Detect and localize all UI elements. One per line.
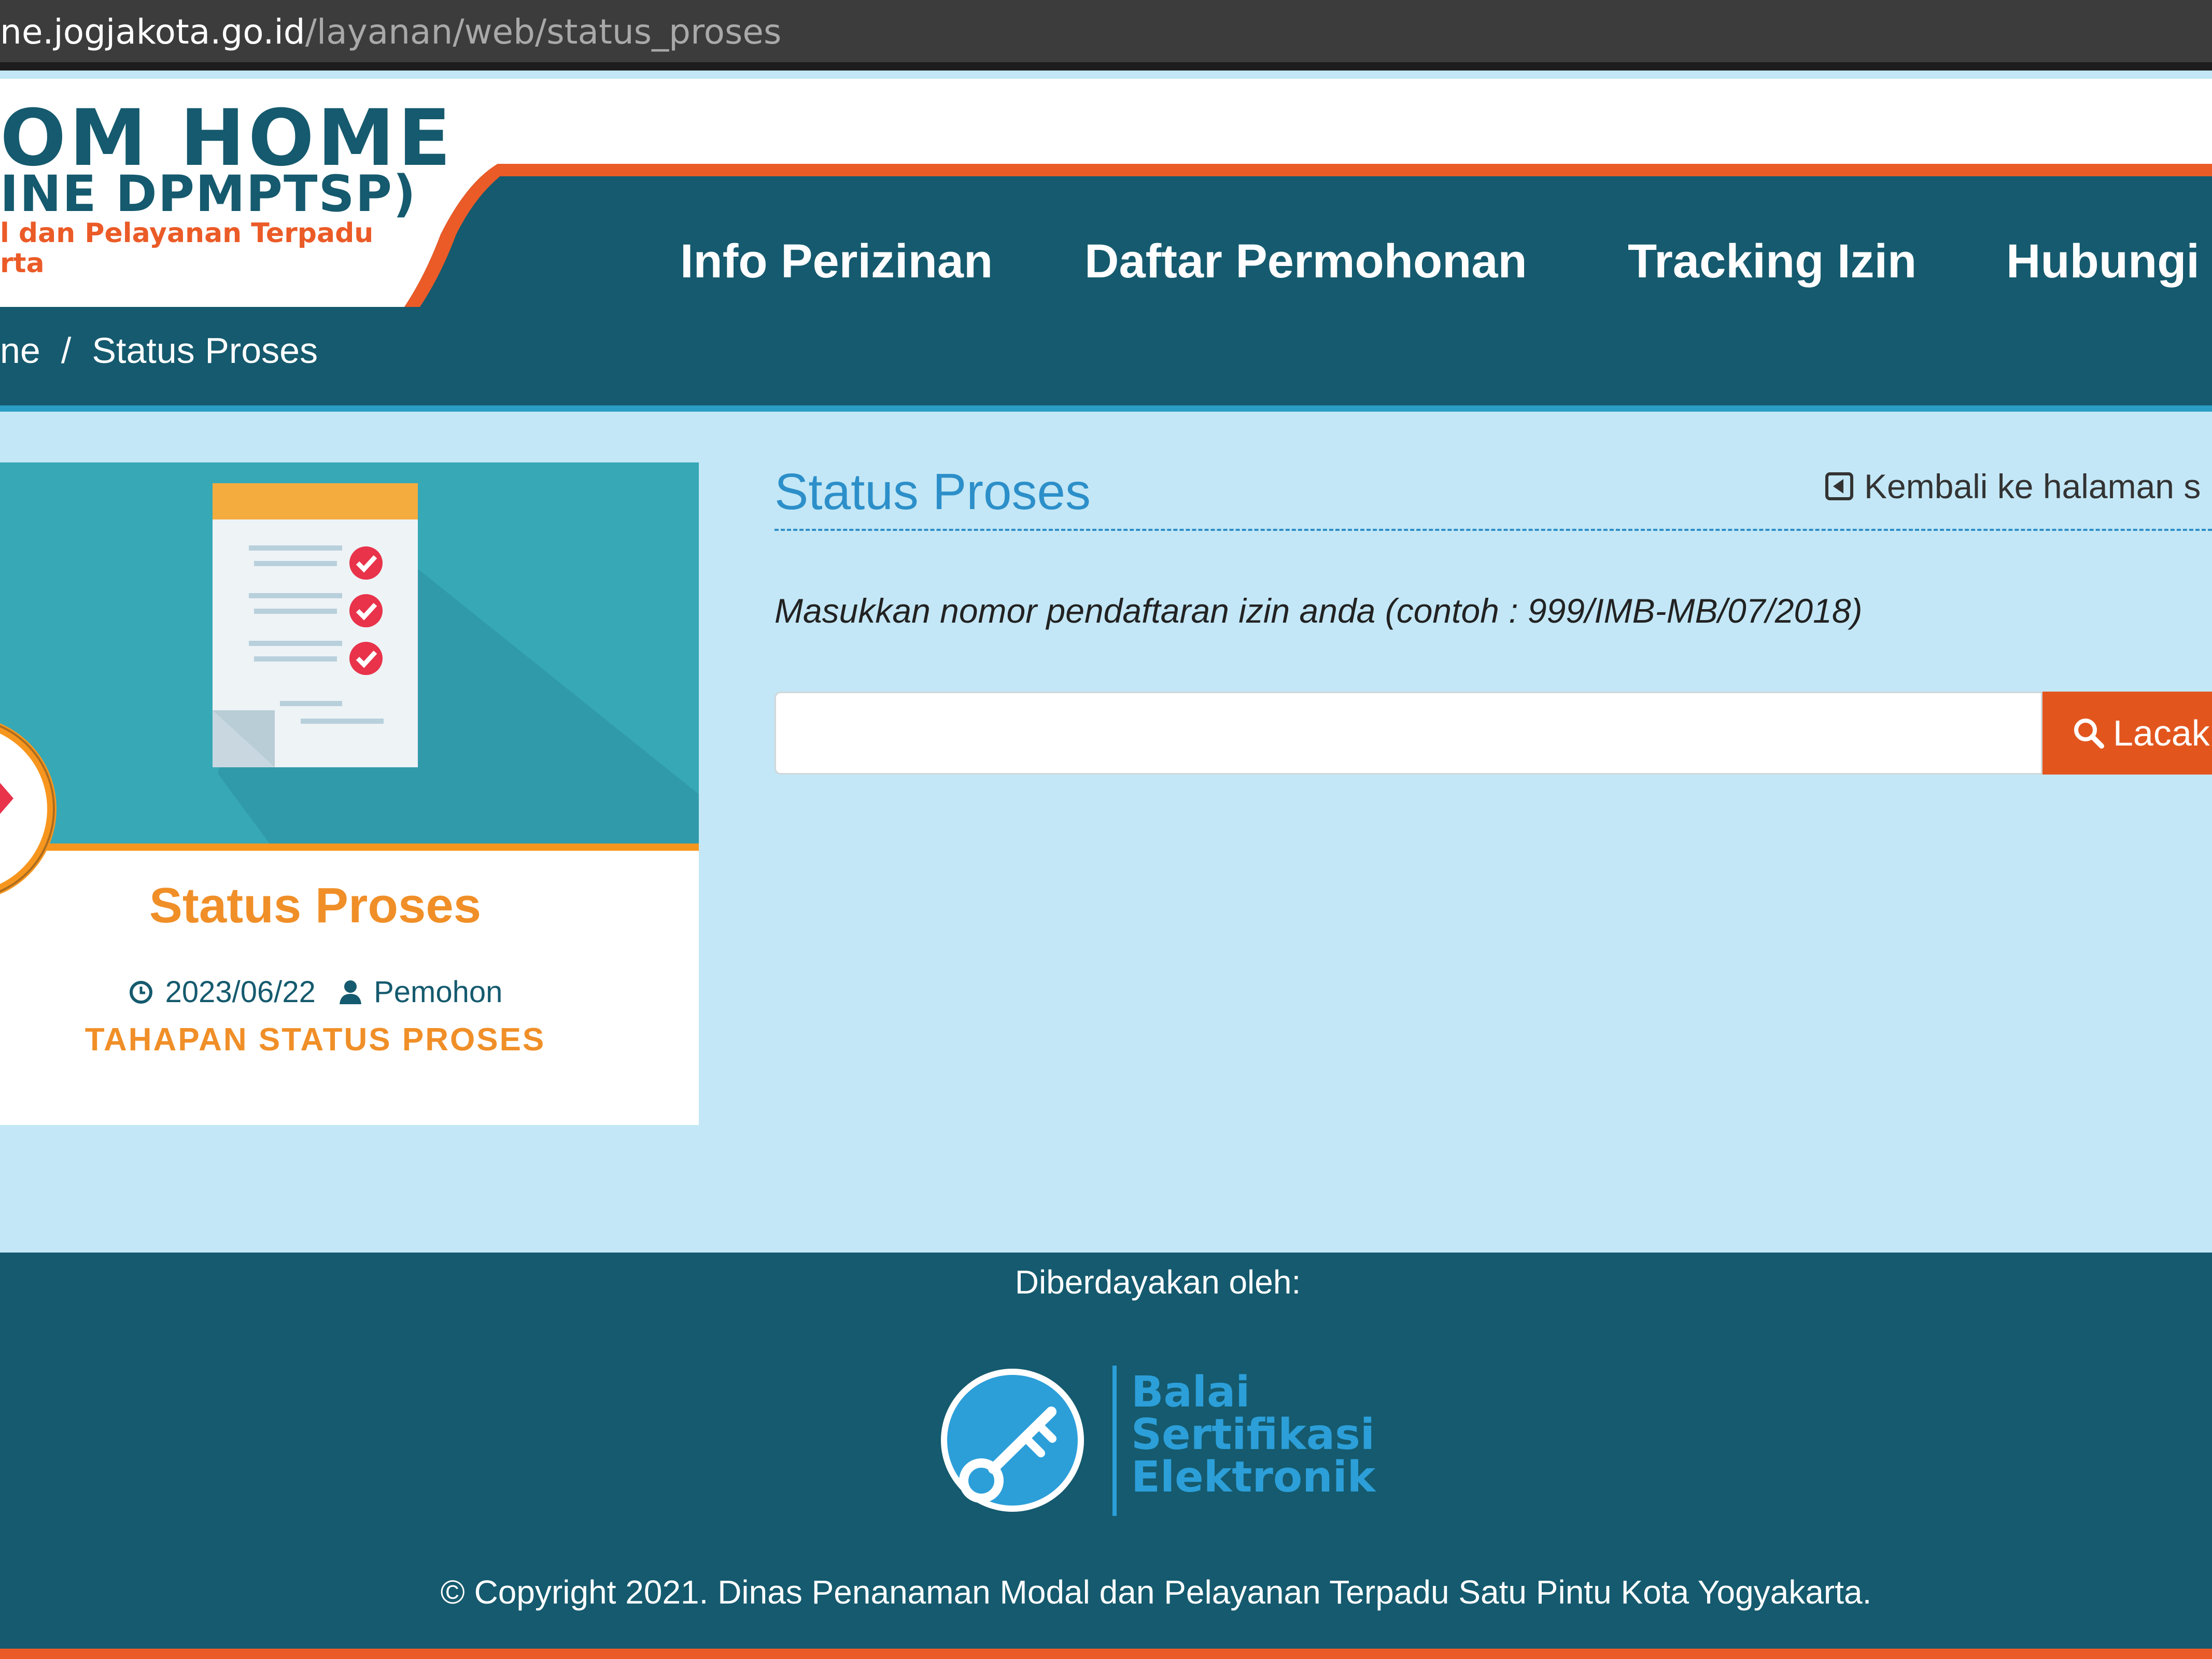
title-divider [774, 529, 2212, 531]
back-square-icon [1825, 472, 1853, 500]
copyright-text: © Copyright 2021. Dinas Penanaman Modal … [440, 1573, 1872, 1611]
url-path: /layanan/web/status_proses [305, 12, 782, 52]
card-stage-link[interactable]: TAHAPAN STATUS PROSES [0, 1021, 630, 1058]
card-author: Pemohon [339, 975, 502, 1009]
nav-item-daftar-permohonan[interactable]: Daftar Permohonan [1084, 234, 1527, 289]
instruction-text: Masukkan nomor pendaftaran izin anda (co… [774, 592, 1863, 630]
bsre-line-1: Balai [1131, 1368, 1250, 1417]
card-date-text: 2023/06/22 [165, 975, 316, 1009]
bsre-logo-text: Balai Sertifikasi Elektronik [1131, 1371, 1375, 1499]
card-title[interactable]: Status Proses [0, 877, 630, 934]
breadcrumb-home[interactable]: ne [0, 330, 40, 371]
back-link[interactable]: Kembali ke halaman s [1825, 467, 2201, 506]
card-illustration [0, 462, 699, 843]
badge-icon [0, 723, 57, 894]
powered-by-label: Diberdayakan oleh: [1015, 1263, 1301, 1301]
breadcrumb: ne / Status Proses [0, 330, 318, 371]
logo-tagline-city: rta [0, 248, 45, 279]
page-title: Status Proses [774, 463, 1091, 520]
logo-subtitle: INE DPMPTSP) [0, 165, 417, 223]
nav-item-hubungi[interactable]: Hubungi [2006, 234, 2200, 289]
header-bottom-stripe [0, 405, 2212, 412]
header-accent-stripe [487, 164, 2212, 176]
back-link-label: Kembali ke halaman s [1864, 467, 2201, 505]
url-host: ne.jogjakota.go.id [0, 12, 305, 52]
clock-icon [129, 980, 152, 1004]
user-icon [340, 980, 362, 1004]
bsre-line-3: Elektronik [1131, 1453, 1376, 1502]
breadcrumb-separator: / [61, 330, 72, 371]
track-button-label: Lacak [2113, 713, 2210, 753]
nav-item-tracking-izin[interactable]: Tracking Izin [1628, 234, 1917, 289]
registration-number-input[interactable] [774, 692, 2042, 775]
browser-address-bar[interactable]: ne.jogjakota.go.id/layanan/web/status_pr… [0, 0, 2212, 71]
search-icon [2074, 719, 2104, 749]
card-divider [0, 843, 699, 851]
bsre-line-2: Sertifikasi [1131, 1410, 1375, 1459]
track-button[interactable]: Lacak [2042, 692, 2212, 775]
footer-accent-stripe [0, 1649, 2212, 1659]
status-proses-card: Status Proses 2023/06/22 Pemohon TAHAPAN… [0, 462, 699, 1125]
card-meta: 2023/06/22 Pemohon [0, 975, 630, 1013]
breadcrumb-current: Status Proses [92, 330, 318, 371]
card-date: 2023/06/22 [128, 975, 316, 1009]
nav-item-info-perizinan[interactable]: Info Perizinan [680, 234, 993, 289]
logo-tagline: l dan Pelayanan Terpadu [0, 218, 374, 249]
checklist-illustration-icon [0, 462, 699, 843]
card-author-text: Pemohon [374, 975, 503, 1009]
browser-url[interactable]: ne.jogjakota.go.id/layanan/web/status_pr… [0, 11, 781, 53]
